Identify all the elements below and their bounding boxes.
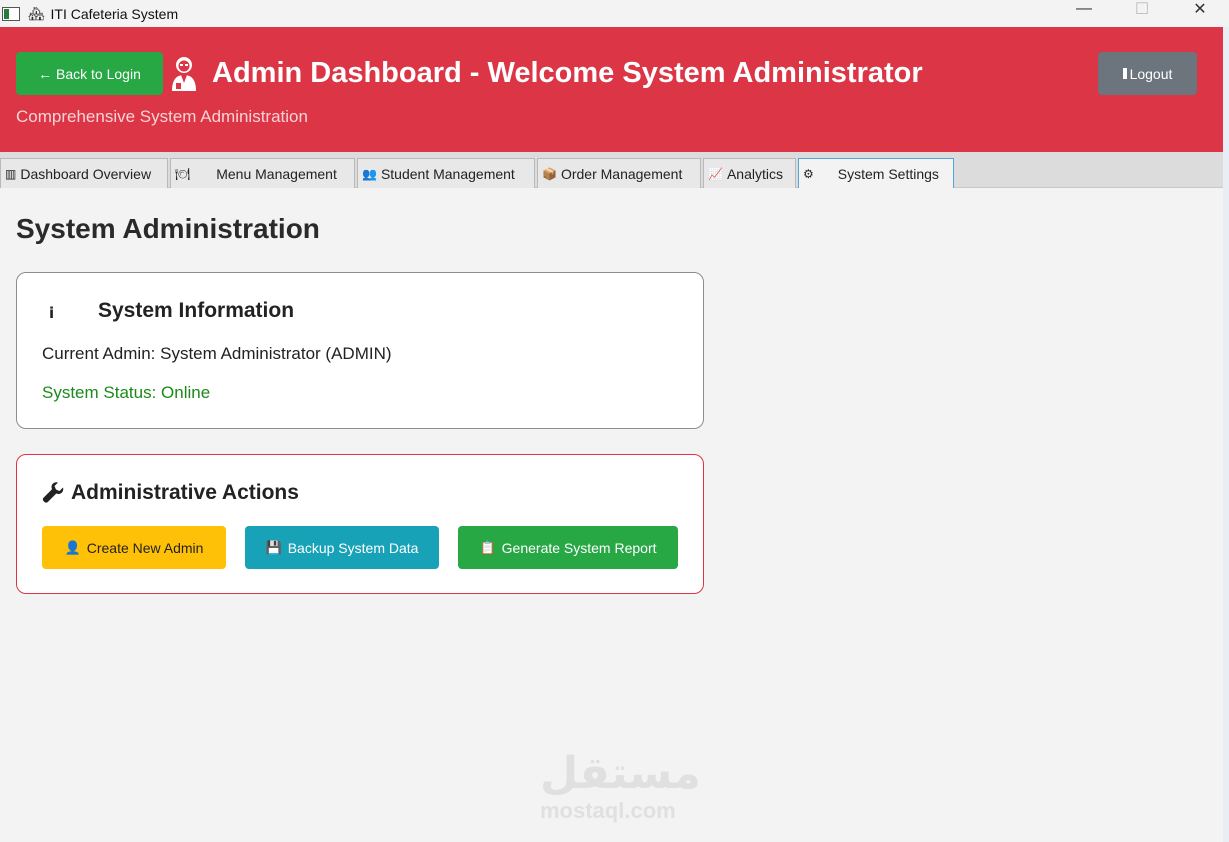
admin-actions-card: Administrative Actions 👤 Create New Admi…	[16, 454, 704, 594]
close-button[interactable]: ✕	[1171, 0, 1229, 18]
backup-system-data-button[interactable]: 💾 Backup System Data	[245, 526, 439, 569]
tab-analytics[interactable]: 📈 Analytics	[703, 158, 796, 188]
window-edge	[1223, 27, 1229, 842]
bar-chart-icon: ▥	[5, 166, 17, 181]
header-title: Admin Dashboard - Welcome System Adminis…	[212, 57, 923, 89]
generate-system-report-button[interactable]: 📋 Generate System Report	[458, 526, 678, 569]
app-window-icon	[2, 6, 20, 21]
package-icon: 📦	[542, 166, 557, 181]
minimize-button[interactable]: —	[1055, 0, 1113, 18]
dashboard-header: ← Back to Login Admin Dashboard - Welcom…	[0, 27, 1223, 152]
users-icon: 👥	[362, 166, 377, 181]
create-new-admin-button[interactable]: 👤 Create New Admin	[42, 526, 226, 569]
tab-order-management[interactable]: 📦 Order Management	[537, 158, 701, 188]
person-icon: 👤	[64, 539, 81, 555]
tab-label: Student Management	[380, 165, 515, 182]
system-info-card: i System Information Current Admin: Syst…	[16, 272, 704, 429]
window-title-bar: 🏘 ITI Cafeteria System — ☐ ✕	[0, 0, 1229, 27]
watermark-latin: mostaql.com	[540, 798, 676, 823]
admin-actions-title: Administrative Actions	[71, 481, 299, 504]
tab-student-management[interactable]: 👥 Student Management	[357, 158, 535, 188]
logout-label: Logout	[1129, 65, 1173, 82]
tab-menu-management[interactable]: 🍽 Menu Management	[170, 158, 355, 188]
back-to-login-button[interactable]: ← Back to Login	[16, 52, 163, 95]
admin-actions-heading: Administrative Actions	[42, 481, 299, 505]
window-title: ITI Cafeteria System	[50, 5, 179, 22]
plate-icon: 🍽	[175, 166, 191, 181]
maximize-button[interactable]: ☐	[1113, 0, 1171, 18]
system-status-text: System Status: Online	[42, 383, 211, 402]
tab-label: Menu Management	[216, 165, 337, 182]
floppy-disk-icon: 💾	[265, 539, 282, 555]
logout-button[interactable]: Logout	[1098, 52, 1197, 95]
tab-bar: ▥ Dashboard Overview 🍽 Menu Management 👥…	[0, 152, 1223, 188]
tab-label: System Settings	[837, 165, 939, 182]
report-label: Generate System Report	[501, 539, 657, 556]
tab-label: Analytics	[726, 165, 783, 182]
current-admin-text: Current Admin: System Administrator (ADM…	[42, 344, 392, 363]
info-icon: i	[49, 304, 55, 322]
page-title: System Administration	[16, 213, 320, 244]
admin-avatar-icon	[172, 57, 196, 91]
tab-label: Dashboard Overview	[20, 165, 152, 182]
header-subtitle: Comprehensive System Administration	[16, 107, 308, 126]
line-chart-icon: 📈	[708, 166, 723, 181]
clipboard-icon: 📋	[479, 539, 496, 555]
gear-icon: ⚙	[803, 166, 814, 181]
tab-label: Order Management	[560, 165, 683, 182]
door-icon	[1122, 68, 1127, 79]
watermark-arabic: مستقل	[540, 748, 701, 799]
system-info-title: System Information	[98, 299, 295, 322]
cafeteria-icon: 🏘	[28, 5, 45, 21]
tab-system-settings[interactable]: ⚙ System Settings	[798, 158, 954, 188]
tab-dashboard-overview[interactable]: ▥ Dashboard Overview	[0, 158, 168, 188]
create-admin-label: Create New Admin	[86, 539, 204, 556]
wrench-icon	[42, 482, 64, 503]
backup-label: Backup System Data	[287, 539, 419, 556]
